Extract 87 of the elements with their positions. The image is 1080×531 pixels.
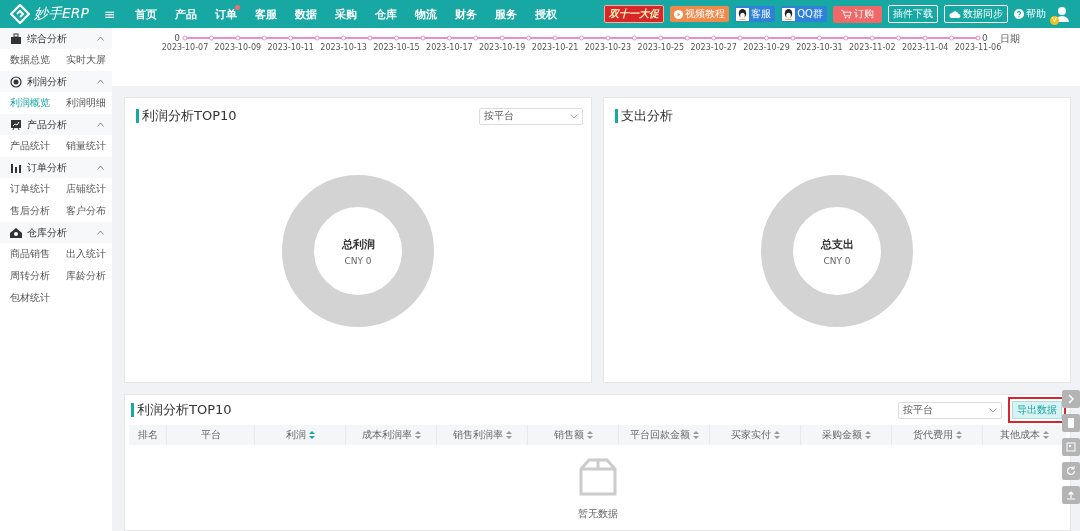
side-tool-button[interactable] [1062, 414, 1080, 432]
sidebar-item[interactable]: 售后分析 [10, 200, 66, 222]
sidebar-item[interactable]: 商品销售 [10, 243, 66, 265]
chart-board-icon [10, 118, 22, 131]
column-header: 排名 [129, 425, 167, 445]
sidebar-item[interactable]: 订单统计 [10, 178, 66, 200]
axis-tick-label: 2023-10-17 [426, 43, 473, 52]
promo-badge[interactable]: 双十一大促 [604, 5, 665, 23]
column-header: 平台 [167, 425, 255, 445]
sidebar-item[interactable]: 库龄分析 [66, 265, 116, 287]
platform-select[interactable]: 按平台 [898, 401, 1002, 419]
donut-title: 总支出 [820, 236, 854, 252]
column-header[interactable]: 平台回款金额 [619, 425, 710, 445]
sidebar-group[interactable]: 产品分析 [0, 114, 112, 135]
side-tool-button[interactable] [1062, 462, 1080, 480]
axis-tick-label: 2023-10-27 [690, 43, 737, 52]
axis-tick-label: 2023-11-04 [901, 43, 949, 52]
sidebar-group[interactable]: 仓库分析 [0, 222, 112, 243]
axis-title: 日期 [1000, 33, 1020, 44]
side-tool-button[interactable] [1062, 486, 1080, 504]
column-header[interactable]: 货代费用 [892, 425, 983, 445]
card-title: 利润分析TOP10 [136, 109, 237, 123]
donut-value: CNY 0 [823, 255, 851, 266]
sidebar-item[interactable]: 利润明细 [66, 92, 116, 114]
caret-icon [989, 407, 997, 413]
card-title: 支出分析 [615, 109, 673, 123]
axis-tick-label: 2023-10-13 [320, 43, 367, 52]
axis-tick-label: 2023-11-06 [954, 43, 1002, 52]
sidebar-item[interactable]: 利润概览 [10, 92, 66, 114]
axis-tick-label: 2023-10-15 [373, 43, 420, 52]
column-header[interactable]: 销售利润率 [437, 425, 528, 445]
axis-tick-label: 2023-11-02 [849, 43, 896, 52]
column-header[interactable]: 销售额 [528, 425, 619, 445]
sidebar-item[interactable]: 店铺统计 [66, 178, 116, 200]
axis-tick-label: 2023-10-31 [796, 43, 843, 52]
support-button[interactable]: QQ群 [781, 6, 827, 22]
card-title: 利润分析TOP10 [131, 403, 232, 417]
donut-title: 总利润 [341, 236, 375, 252]
qr-code-icon [1064, 440, 1078, 454]
support-button[interactable]: 客服 [735, 6, 776, 22]
sidebar-group[interactable]: 利润分析 [0, 71, 112, 92]
house-icon [10, 226, 22, 239]
sidebar-item[interactable]: 周转分析 [10, 265, 66, 287]
column-header[interactable]: 采购金额 [801, 425, 892, 445]
sidebar-item[interactable]: 数据总览 [10, 49, 66, 71]
column-header[interactable]: 成本利润率 [346, 425, 437, 445]
sidebar-item[interactable]: 产品统计 [10, 135, 66, 157]
donut-value: CNY 0 [344, 255, 372, 266]
sidebar-item[interactable]: 客户分布 [66, 200, 116, 222]
cloud-icon [949, 9, 961, 19]
sidebar-item[interactable]: 实时大屏 [66, 49, 116, 71]
empty-box-icon [577, 457, 618, 497]
cart-icon [841, 9, 852, 19]
sidebar-group[interactable]: 订单分析 [0, 157, 112, 178]
axis-tick-label: 0 [982, 33, 988, 43]
axis-tick-label: 2023-10-25 [637, 43, 685, 52]
coin-icon [10, 75, 22, 88]
logo-icon [10, 4, 30, 24]
axis-tick-label: 2023-10-23 [584, 43, 632, 52]
caret-icon [570, 113, 578, 119]
column-header[interactable]: 其他成本 [983, 425, 1066, 445]
app-logo-text: 妙手ERP [34, 5, 89, 23]
sidebar-item[interactable]: 出入统计 [66, 243, 116, 265]
order-button[interactable]: 订购 [833, 5, 882, 23]
sidebar-group[interactable]: 综合分析 [0, 28, 112, 49]
sidebar-item[interactable]: 包材统计 [10, 287, 66, 309]
axis-tick-label: 2023-10-11 [267, 43, 314, 52]
axis-tick-label: 2023-10-29 [743, 43, 790, 52]
axis-tick-label: 2023-10-09 [214, 43, 262, 52]
empty-text: 暂无数据 [577, 507, 618, 521]
side-tool-button[interactable] [1062, 390, 1080, 408]
axis-tick-label: 2023-10-07 [161, 43, 209, 52]
column-header[interactable]: 买家实付 [710, 425, 801, 445]
penguin-icon [782, 7, 796, 21]
axis-tick-label: 2023-10-19 [478, 43, 526, 52]
briefcase-icon [10, 32, 22, 45]
help-icon [1014, 9, 1024, 19]
axis-tick-label: 2023-10-21 [531, 43, 579, 52]
side-tool-button[interactable] [1062, 438, 1080, 456]
column-header[interactable]: 利润 [255, 425, 346, 445]
sidebar-item[interactable]: 销量统计 [66, 135, 116, 157]
platform-select[interactable]: 按平台 [479, 107, 583, 125]
axis-tick-label: 0 [174, 33, 180, 43]
penguin-icon [736, 7, 750, 21]
bar-chart-icon [10, 161, 22, 174]
play-icon [674, 9, 684, 19]
refresh-icon [1064, 464, 1078, 478]
